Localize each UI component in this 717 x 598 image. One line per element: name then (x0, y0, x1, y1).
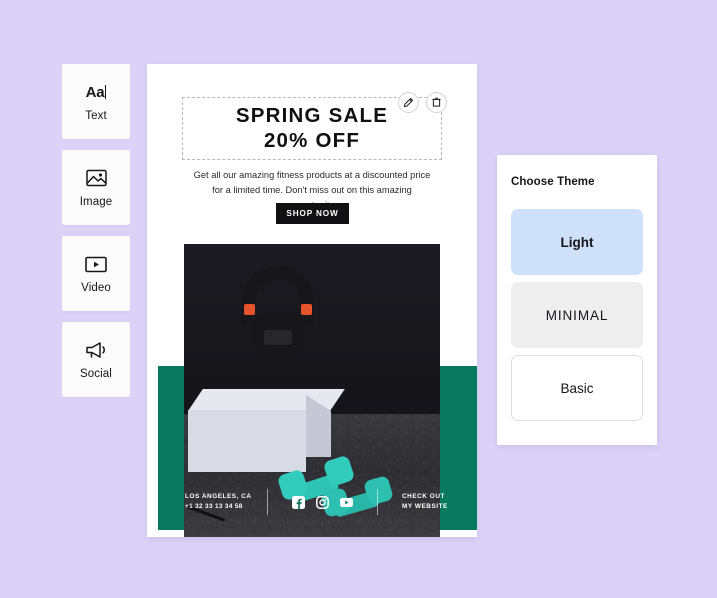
theme-option-basic[interactable]: Basic (511, 355, 643, 421)
video-play-icon (83, 253, 109, 275)
footer-website-link[interactable]: CHECK OUT MY WEBSITE (402, 492, 448, 513)
poster-footer: LOS ANGELES, CA +1 32 33 13 34 58 CHECK … (158, 474, 477, 530)
theme-panel-title: Choose Theme (511, 176, 595, 188)
theme-option-label: Light (560, 234, 594, 250)
youtube-icon[interactable] (340, 496, 353, 509)
theme-option-minimal[interactable]: MINIMAL (511, 282, 643, 348)
footer-social-links (292, 495, 353, 509)
tool-palette: Aa Text Image Video Social (62, 64, 130, 397)
photo-kettlebell-collar-right (301, 304, 312, 315)
footer-contact-block: LOS ANGELES, CA +1 32 33 13 34 58 (185, 492, 267, 512)
tool-tile-label: Video (81, 282, 111, 294)
footer-divider-right (377, 489, 378, 515)
theme-option-label: MINIMAL (545, 307, 609, 323)
footer-phone: +1 32 33 13 34 58 (185, 503, 243, 510)
footer-divider-left (267, 489, 268, 515)
theme-option-light[interactable]: Light (511, 209, 643, 275)
tool-tile-label: Image (79, 196, 113, 208)
tool-tile-image[interactable]: Image (62, 150, 130, 225)
photo-plinth-front (188, 410, 306, 472)
tool-tile-video[interactable]: Video (62, 236, 130, 311)
poster-headline-line2: 20% OFF (263, 128, 361, 152)
tool-tile-social[interactable]: Social (62, 322, 130, 397)
pencil-icon (403, 97, 414, 108)
tool-tile-label: Social (80, 368, 112, 380)
instagram-icon[interactable] (316, 495, 329, 509)
footer-city: LOS ANGELES, CA (185, 493, 252, 501)
text-aa-icon: Aa (83, 81, 109, 103)
shop-now-button[interactable]: SHOP NOW (276, 203, 349, 224)
tool-tile-label: Text (85, 110, 107, 122)
text-aa-glyph: Aa (85, 83, 105, 101)
photo-kettlebell-collar-left (244, 304, 255, 315)
text-caret-icon (105, 85, 107, 99)
megaphone-icon (83, 339, 109, 361)
photo-kettlebell-badge (264, 330, 292, 345)
trash-icon (431, 97, 442, 108)
image-icon (83, 167, 109, 189)
poster-headline-line1: SPRING SALE (235, 104, 389, 128)
theme-option-list: Light MINIMAL Basic (511, 209, 643, 421)
poster-inner: SPRING SALE 20% OFF Get all our amazing … (147, 64, 477, 537)
footer-cta-line2: MY WEBSITE (402, 503, 448, 510)
facebook-icon[interactable] (292, 495, 305, 509)
poster-canvas-card[interactable]: SPRING SALE 20% OFF Get all our amazing … (147, 64, 477, 537)
theme-panel: Choose Theme Light MINIMAL Basic (497, 155, 657, 445)
theme-option-label: Basic (560, 380, 594, 396)
tool-tile-text[interactable]: Aa Text (62, 64, 130, 139)
footer-cta-line1: CHECK OUT (402, 492, 445, 500)
headline-action-toolbar (398, 92, 447, 113)
edit-block-button[interactable] (398, 92, 419, 113)
delete-block-button[interactable] (426, 92, 447, 113)
